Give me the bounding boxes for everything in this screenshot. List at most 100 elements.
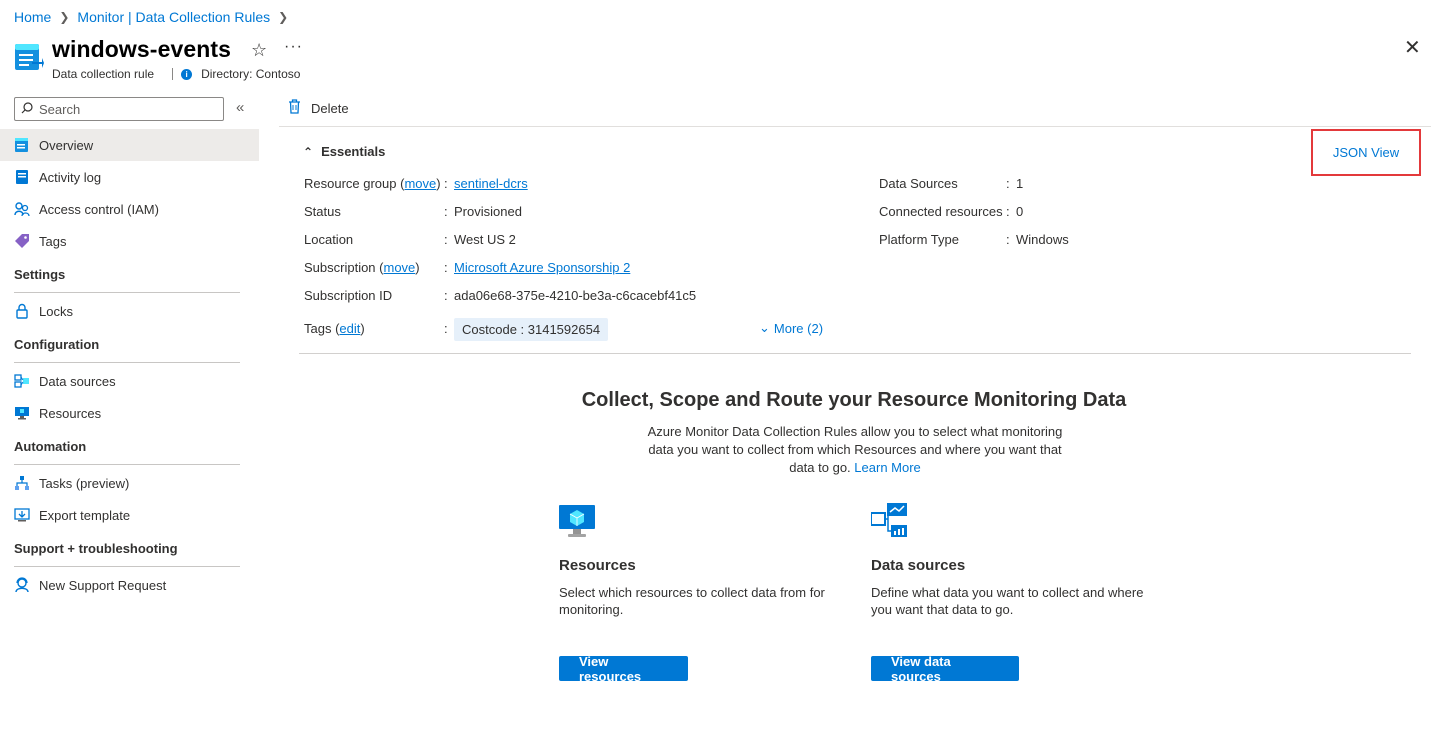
subscription-move-link[interactable]: move (384, 260, 416, 275)
sidebar-item-iam[interactable]: Access control (IAM) (0, 193, 259, 225)
sidebar-item-label: Access control (IAM) (39, 201, 159, 217)
data-sources-value: 1 (1016, 176, 1024, 191)
essentials-toggle[interactable]: ⌃ Essentials (303, 144, 385, 159)
essentials-title: Essentials (321, 144, 386, 159)
view-resources-button[interactable]: View resources (559, 654, 688, 684)
tag-pill[interactable]: Costcode : 3141592654 (454, 318, 609, 341)
tags-edit-link[interactable]: edit (339, 321, 360, 336)
sidebar-item-export-template[interactable]: Export template (0, 499, 259, 531)
iam-icon (14, 201, 30, 217)
data-sources-card-description: Define what data you want to collect and… (871, 585, 1144, 617)
data-sources-icon (14, 373, 30, 389)
subscription-row: Subscription (move) (304, 260, 420, 275)
chevron-right-icon: ❯ (278, 10, 289, 24)
connected-resources-value: 0 (1016, 204, 1024, 219)
search-icon (21, 101, 33, 117)
resource-type-label: Data collection rule (52, 67, 155, 81)
json-view-link[interactable]: JSON View (1333, 145, 1399, 160)
delete-button[interactable]: Delete (288, 99, 349, 117)
colon: : (444, 321, 448, 336)
overview-icon (14, 137, 30, 153)
data-sources-label: Data Sources (879, 176, 958, 191)
info-icon: i (181, 68, 193, 80)
sidebar-item-label: Resources (39, 405, 102, 421)
sidebar-item-label: Data sources (39, 373, 116, 389)
view-data-sources-button[interactable]: View data sources (871, 654, 1019, 684)
breadcrumb: Home ❯ Monitor | Data Collection Rules ❯ (14, 9, 296, 25)
breadcrumb-monitor-dcr[interactable]: Monitor | Data Collection Rules (77, 9, 270, 25)
activity-log-icon (14, 169, 30, 185)
chevron-down-icon: ⌄ (759, 320, 770, 335)
connected-resources-label: Connected resources (879, 204, 1003, 219)
section-support: Support + troubleshooting (14, 538, 240, 567)
sidebar-item-label: Tags (39, 233, 67, 249)
sidebar-item-label: New Support Request (39, 577, 167, 593)
data-sources-flow-icon (870, 503, 909, 541)
close-icon[interactable]: ✕ (1404, 38, 1421, 58)
sidebar-item-data-sources[interactable]: Data sources (0, 365, 259, 397)
more-tags-link[interactable]: ⌄ More (2) (759, 320, 823, 336)
location-label: Location (304, 232, 354, 247)
sidebar-item-label: Locks (39, 303, 73, 319)
json-view-highlight: JSON View (1311, 129, 1421, 176)
learn-more-link[interactable]: Learn More (854, 460, 920, 475)
divider (172, 68, 174, 80)
subscription-value-link[interactable]: Microsoft Azure Sponsorship 2 (454, 260, 630, 275)
sidebar-item-tags[interactable]: Tags (0, 225, 259, 257)
sidebar-item-label: Activity log (39, 169, 102, 185)
sidebar-search-input[interactable]: Search (14, 97, 224, 121)
ellipsis-icon[interactable]: ··· (284, 38, 303, 56)
toolbar-divider (279, 126, 1431, 127)
page-title: windows-events (52, 36, 232, 62)
sidebar-item-locks[interactable]: Locks (0, 295, 259, 327)
sidebar-item-overview[interactable]: Overview (0, 129, 259, 161)
colon: : (444, 288, 448, 303)
status-value: Provisioned (454, 204, 522, 219)
resources-icon (14, 405, 30, 421)
trash-icon (288, 99, 301, 117)
breadcrumb-home[interactable]: Home (14, 9, 51, 25)
essentials-divider (299, 353, 1411, 354)
section-automation: Automation (14, 436, 240, 465)
page-subtitle: Data collection rule i Directory: Contos… (52, 67, 300, 81)
resource-group-move-link[interactable]: move (404, 176, 436, 191)
sidebar-item-new-support-request[interactable]: New Support Request (0, 569, 259, 601)
star-icon[interactable]: ☆ (251, 40, 267, 61)
delete-label: Delete (311, 100, 349, 116)
colon: : (444, 176, 448, 191)
resources-card: Resources Select which resources to coll… (559, 503, 849, 684)
sidebar-item-resources[interactable]: Resources (0, 397, 259, 429)
resources-card-description: Select which resources to collect data f… (559, 585, 825, 617)
resources-card-title: Resources (559, 557, 636, 574)
status-label: Status (304, 204, 341, 219)
data-collection-rule-icon (14, 42, 44, 74)
resource-group-value-link[interactable]: sentinel-dcrs (454, 176, 528, 191)
sidebar-item-tasks[interactable]: Tasks (preview) (0, 467, 259, 499)
export-template-icon (14, 507, 30, 523)
more-tags-label: More (2) (773, 320, 824, 336)
sidebar-nav: Overview Activity log Access control (IA… (0, 129, 259, 601)
sidebar-item-activity-log[interactable]: Activity log (0, 161, 259, 193)
resources-monitor-icon (559, 503, 597, 541)
location-value: West US 2 (454, 232, 516, 247)
support-icon (14, 577, 30, 593)
collapse-sidebar-icon[interactable]: « (236, 99, 244, 116)
chevron-up-icon: ⌃ (303, 144, 314, 159)
subscription-id-label: Subscription ID (304, 288, 393, 303)
lock-icon (14, 303, 30, 319)
colon: : (444, 204, 448, 219)
resource-group-row: Resource group (move) (304, 176, 441, 191)
section-settings: Settings (14, 264, 240, 293)
resource-group-label: Resource group (304, 176, 397, 191)
colon: : (444, 260, 448, 275)
sidebar-item-label: Tasks (preview) (39, 475, 130, 491)
colon: : (1006, 176, 1010, 191)
platform-type-label: Platform Type (879, 232, 959, 247)
section-configuration: Configuration (14, 334, 240, 363)
subscription-id-value: ada06e68-375e-4210-be3a-c6cacebf41c5 (454, 288, 697, 303)
tags-label: Tags (304, 321, 332, 336)
colon: : (1006, 232, 1010, 247)
subscription-label: Subscription (304, 260, 376, 275)
collect-title: Collect, Scope and Route your Resource M… (581, 389, 1127, 411)
data-sources-card: Data sources Define what data you want t… (870, 503, 1161, 684)
